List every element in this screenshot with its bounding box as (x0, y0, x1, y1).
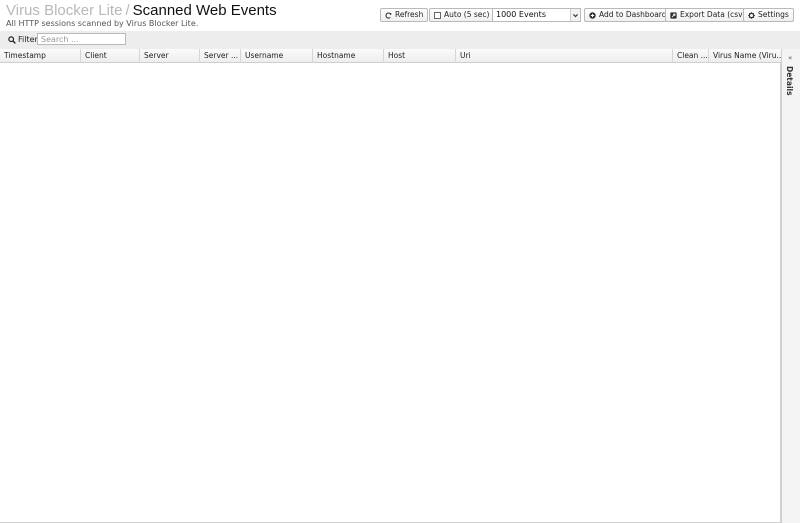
column-header-timestamp[interactable]: Timestamp (0, 49, 81, 63)
plus-circle-icon (589, 11, 596, 19)
filter-bar: Filter (0, 31, 800, 49)
details-panel-label[interactable]: Details (785, 66, 794, 96)
column-header-username[interactable]: Username (241, 49, 313, 63)
column-header-host[interactable]: Host (384, 49, 456, 63)
grid-header: Timestamp Client Server Server ... Usern… (0, 49, 781, 63)
report-title: Scanned Web Events (132, 2, 277, 19)
add-to-dashboard-button[interactable]: Add to Dashboard (584, 8, 672, 22)
column-header-clean[interactable]: Clean ... (673, 49, 709, 63)
breadcrumb-separator: / (125, 2, 130, 19)
column-header-client[interactable]: Client (81, 49, 140, 63)
header: Virus Blocker Lite / Scanned Web Events Al… (0, 0, 800, 31)
column-header-server-port[interactable]: Server ... (200, 49, 241, 63)
search-input[interactable] (37, 33, 126, 45)
app-name-breadcrumb[interactable]: Virus Blocker Lite (6, 2, 122, 19)
add-to-dashboard-label: Add to Dashboard (599, 10, 667, 19)
export-icon (670, 11, 677, 19)
filter-label-text: Filter (18, 35, 38, 44)
settings-button[interactable]: Settings (743, 8, 794, 22)
page: Virus Blocker Lite / Scanned Web Events Al… (0, 0, 800, 523)
column-header-server[interactable]: Server (140, 49, 200, 63)
chevron-down-icon[interactable] (570, 9, 580, 21)
details-panel[interactable]: « Details (781, 49, 800, 523)
events-limit-select[interactable]: 1000 Events (492, 8, 581, 22)
column-header-hostname[interactable]: Hostname (313, 49, 384, 63)
settings-label: Settings (758, 10, 789, 19)
refresh-label: Refresh (395, 10, 424, 19)
search-icon (8, 35, 16, 44)
chevron-left-icon[interactable]: « (788, 55, 792, 62)
gear-icon (748, 11, 755, 19)
column-header-uri[interactable]: Uri (456, 49, 673, 63)
auto-refresh-checkbox[interactable] (434, 11, 441, 19)
export-data-button[interactable]: Export Data (csv) (665, 8, 751, 22)
refresh-icon (385, 12, 392, 19)
auto-refresh-label: Auto (5 sec) (444, 10, 490, 19)
filter-label: Filter (8, 34, 38, 45)
export-data-label: Export Data (csv) (680, 10, 746, 19)
events-limit-value: 1000 Events (496, 10, 546, 19)
page-subtitle: All HTTP sessions scanned by Virus Block… (6, 19, 199, 28)
column-header-virus-name[interactable]: Virus Name (Viru... (709, 49, 781, 63)
refresh-button[interactable]: Refresh (380, 8, 429, 22)
auto-refresh-toggle[interactable]: Auto (5 sec) (429, 8, 495, 22)
page-title: Virus Blocker Lite / Scanned Web Events (6, 2, 277, 19)
events-grid: Timestamp Client Server Server ... Usern… (0, 49, 781, 523)
